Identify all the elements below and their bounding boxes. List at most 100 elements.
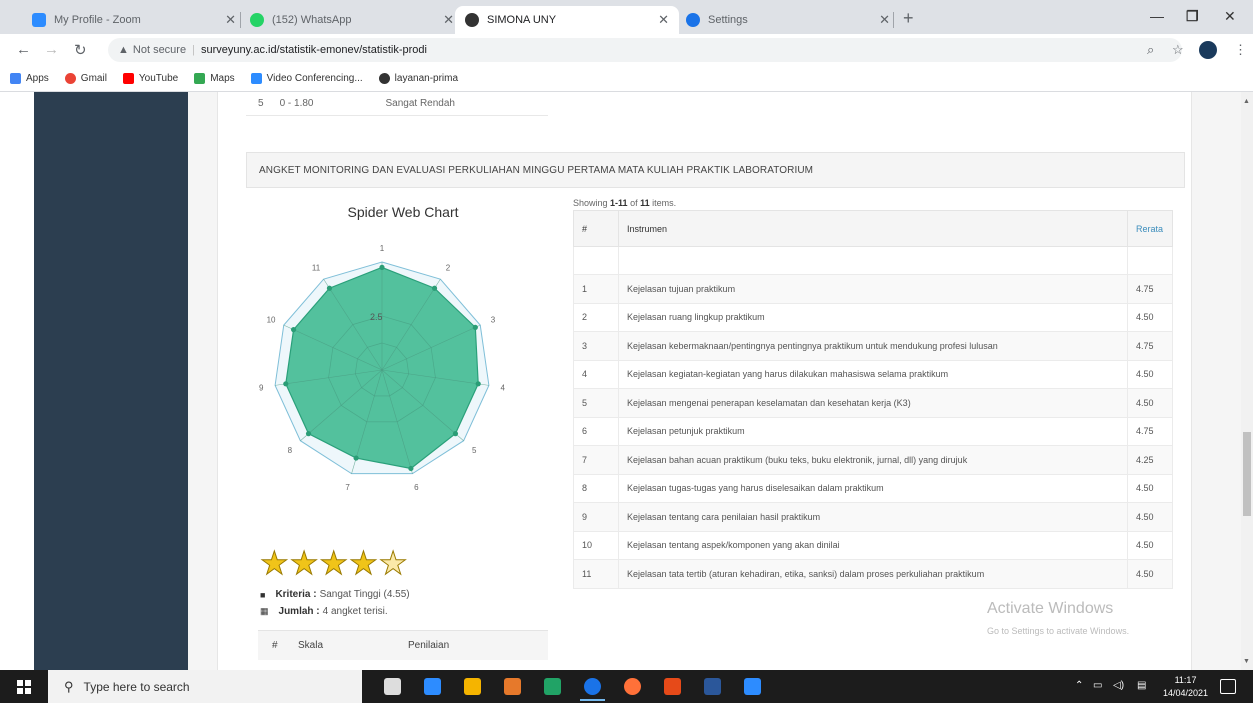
radar-axis-label: 11 bbox=[312, 263, 321, 272]
table-row: 7 Kejelasan bahan acuan praktikum (buku t… bbox=[573, 445, 1173, 475]
bookmark-layanan-prima[interactable]: layanan-prima bbox=[378, 73, 458, 84]
zoom-magnifier-icon[interactable]: ⌕ bbox=[1147, 42, 1154, 58]
radar-point bbox=[326, 285, 333, 291]
globe-icon bbox=[378, 73, 390, 84]
col-no: # bbox=[573, 210, 619, 247]
scroll-down-icon[interactable]: ▼ bbox=[1243, 658, 1250, 665]
tag-icon: ■ bbox=[260, 589, 266, 600]
cell-no: 10 bbox=[573, 530, 619, 560]
window-close-icon[interactable]: ✕ bbox=[1224, 8, 1236, 25]
windows-taskbar: ⚲ Type here to search ⌃ ▭ ◁) ▤ 11:17 14/… bbox=[0, 670, 1253, 703]
restore-icon[interactable]: ❐ bbox=[1186, 8, 1199, 25]
radar-point bbox=[283, 381, 289, 387]
close-tab-icon[interactable]: ✕ bbox=[658, 12, 669, 28]
youtube-icon bbox=[122, 73, 134, 84]
star-icon: ★ bbox=[319, 545, 349, 581]
cell-instrumen: Kejelasan kebermaknaan/pentingnya pentin… bbox=[618, 331, 1128, 361]
task-view-icon[interactable] bbox=[384, 678, 401, 695]
radar-axis-label: 9 bbox=[259, 383, 264, 392]
radar-axis-label: 5 bbox=[472, 446, 477, 455]
bookmark-maps[interactable]: Maps bbox=[194, 73, 235, 84]
close-tab-icon[interactable]: ✕ bbox=[443, 12, 454, 28]
rating-stars: ★ ★ ★ ★ ★ bbox=[260, 545, 408, 581]
close-tab-icon[interactable]: ✕ bbox=[225, 12, 236, 28]
bookmark-video-conferencing[interactable]: Video Conferencing... bbox=[250, 73, 363, 84]
filter-input[interactable] bbox=[618, 246, 1128, 275]
menu-kebab-icon[interactable]: ⋮ bbox=[1234, 42, 1247, 58]
url-text[interactable]: surveyuny.ac.id/statistik-emonev/statist… bbox=[201, 44, 427, 56]
minimize-icon[interactable]: — bbox=[1150, 8, 1164, 24]
radar-point bbox=[379, 264, 385, 270]
radar-tick-label: 2.5 bbox=[370, 312, 383, 322]
tab-separator bbox=[893, 12, 894, 28]
bookmark-star-icon[interactable]: ☆ bbox=[1172, 42, 1184, 58]
cell-rerata: 4.50 bbox=[1127, 559, 1173, 589]
bookmark-gmail[interactable]: Gmail bbox=[64, 73, 107, 84]
simona-icon bbox=[465, 13, 479, 27]
file-explorer-icon[interactable] bbox=[464, 678, 481, 695]
radar-point bbox=[353, 455, 359, 461]
keyboard-icon[interactable]: ▤ bbox=[1137, 680, 1146, 691]
activate-windows-title: Activate Windows bbox=[987, 600, 1114, 617]
bookmark-youtube[interactable]: YouTube bbox=[122, 73, 178, 84]
cell-no: 6 bbox=[573, 416, 619, 446]
taskbar-search[interactable]: ⚲ Type here to search bbox=[48, 670, 362, 703]
tab-settings[interactable]: Settings ✕ bbox=[676, 6, 900, 34]
cell-no: 7 bbox=[573, 445, 619, 475]
profile-avatar[interactable] bbox=[1199, 41, 1217, 59]
office-icon[interactable] bbox=[504, 678, 521, 695]
network-icon[interactable]: ▭ bbox=[1093, 680, 1102, 691]
taskbar-clock[interactable]: 11:17 14/04/2021 bbox=[1163, 674, 1208, 700]
zoom-app-icon[interactable] bbox=[424, 678, 441, 695]
close-tab-icon[interactable]: ✕ bbox=[879, 12, 890, 28]
table-row: 1 Kejelasan tujuan praktikum 4.75 bbox=[573, 274, 1173, 304]
excel-icon[interactable] bbox=[544, 678, 561, 695]
page-scrollbar[interactable]: ▲ ▼ bbox=[1241, 92, 1253, 670]
apps-grid-icon bbox=[10, 73, 21, 84]
reload-icon[interactable]: ↻ bbox=[74, 41, 87, 59]
tab-simona[interactable]: SIMONA UNY ✕ bbox=[455, 6, 679, 34]
col-rerata-sort[interactable]: Rerata bbox=[1127, 210, 1173, 247]
page-left-margin bbox=[0, 92, 34, 670]
volume-icon[interactable]: ◁) bbox=[1113, 680, 1124, 691]
cell-rerata: 4.50 bbox=[1127, 530, 1173, 560]
radar-axis-label: 2 bbox=[446, 263, 451, 272]
panel-title: ANGKET MONITORING DAN EVALUASI PERKULIAH… bbox=[246, 152, 1185, 188]
table-row: 8 Kejelasan tugas-tugas yang harus disele… bbox=[573, 473, 1173, 503]
forward-arrow-icon[interactable]: → bbox=[44, 41, 59, 58]
tab-zoom[interactable]: My Profile - Zoom ✕ bbox=[22, 6, 246, 34]
chart-title: Spider Web Chart bbox=[347, 204, 459, 220]
new-tab-button[interactable]: + bbox=[903, 8, 914, 29]
star-icon: ★ bbox=[289, 545, 319, 581]
chrome-icon[interactable] bbox=[580, 678, 605, 701]
warning-triangle-icon[interactable]: ▲ bbox=[118, 44, 129, 56]
back-arrow-icon[interactable]: ← bbox=[16, 41, 31, 58]
tab-title: Settings bbox=[708, 14, 748, 26]
cell-no: 5 bbox=[573, 388, 619, 418]
not-secure-label[interactable]: Not secure bbox=[133, 44, 186, 56]
scroll-up-icon[interactable]: ▲ bbox=[1243, 98, 1250, 105]
address-bar[interactable]: ▲ Not secure | surveyuny.ac.id/statistik… bbox=[108, 38, 1182, 62]
activate-windows-subtitle: Go to Settings to activate Windows. bbox=[987, 626, 1130, 636]
windows-start-icon[interactable] bbox=[17, 680, 31, 694]
col-instrumen: Instrumen bbox=[618, 210, 1128, 247]
powerpoint-icon[interactable] bbox=[664, 678, 681, 695]
cell-rerata: 4.50 bbox=[1127, 359, 1173, 389]
table-row: 3 Kejelasan kebermaknaan/pentingnya penti… bbox=[573, 331, 1173, 361]
tab-whatsapp[interactable]: (152) WhatsApp ✕ bbox=[240, 6, 464, 34]
bookmarks-bar: Apps Gmail YouTube Maps Video Conferenci… bbox=[0, 66, 1253, 92]
cell-instrumen: Kejelasan tentang aspek/komponen yang ak… bbox=[618, 530, 1128, 560]
radar-point bbox=[472, 324, 478, 330]
firefox-icon[interactable] bbox=[624, 678, 641, 695]
cell-rerata: 4.50 bbox=[1127, 302, 1173, 332]
notification-icon[interactable] bbox=[1220, 679, 1236, 694]
bookmark-apps[interactable]: Apps bbox=[10, 73, 49, 84]
word-icon[interactable] bbox=[704, 678, 721, 695]
cell-rerata: 4.50 bbox=[1127, 502, 1173, 532]
tray-chevron-icon[interactable]: ⌃ bbox=[1075, 680, 1083, 691]
table-row: 5 Kejelasan mengenai penerapan keselamata… bbox=[573, 388, 1173, 418]
scrollbar-thumb[interactable] bbox=[1243, 432, 1251, 516]
zoom-meetings-icon[interactable] bbox=[744, 678, 761, 695]
table-row: 10 Kejelasan tentang aspek/komponen yang … bbox=[573, 530, 1173, 560]
kriteria-line: ■ Kriteria : Sangat Tinggi (4.55) bbox=[260, 589, 410, 600]
